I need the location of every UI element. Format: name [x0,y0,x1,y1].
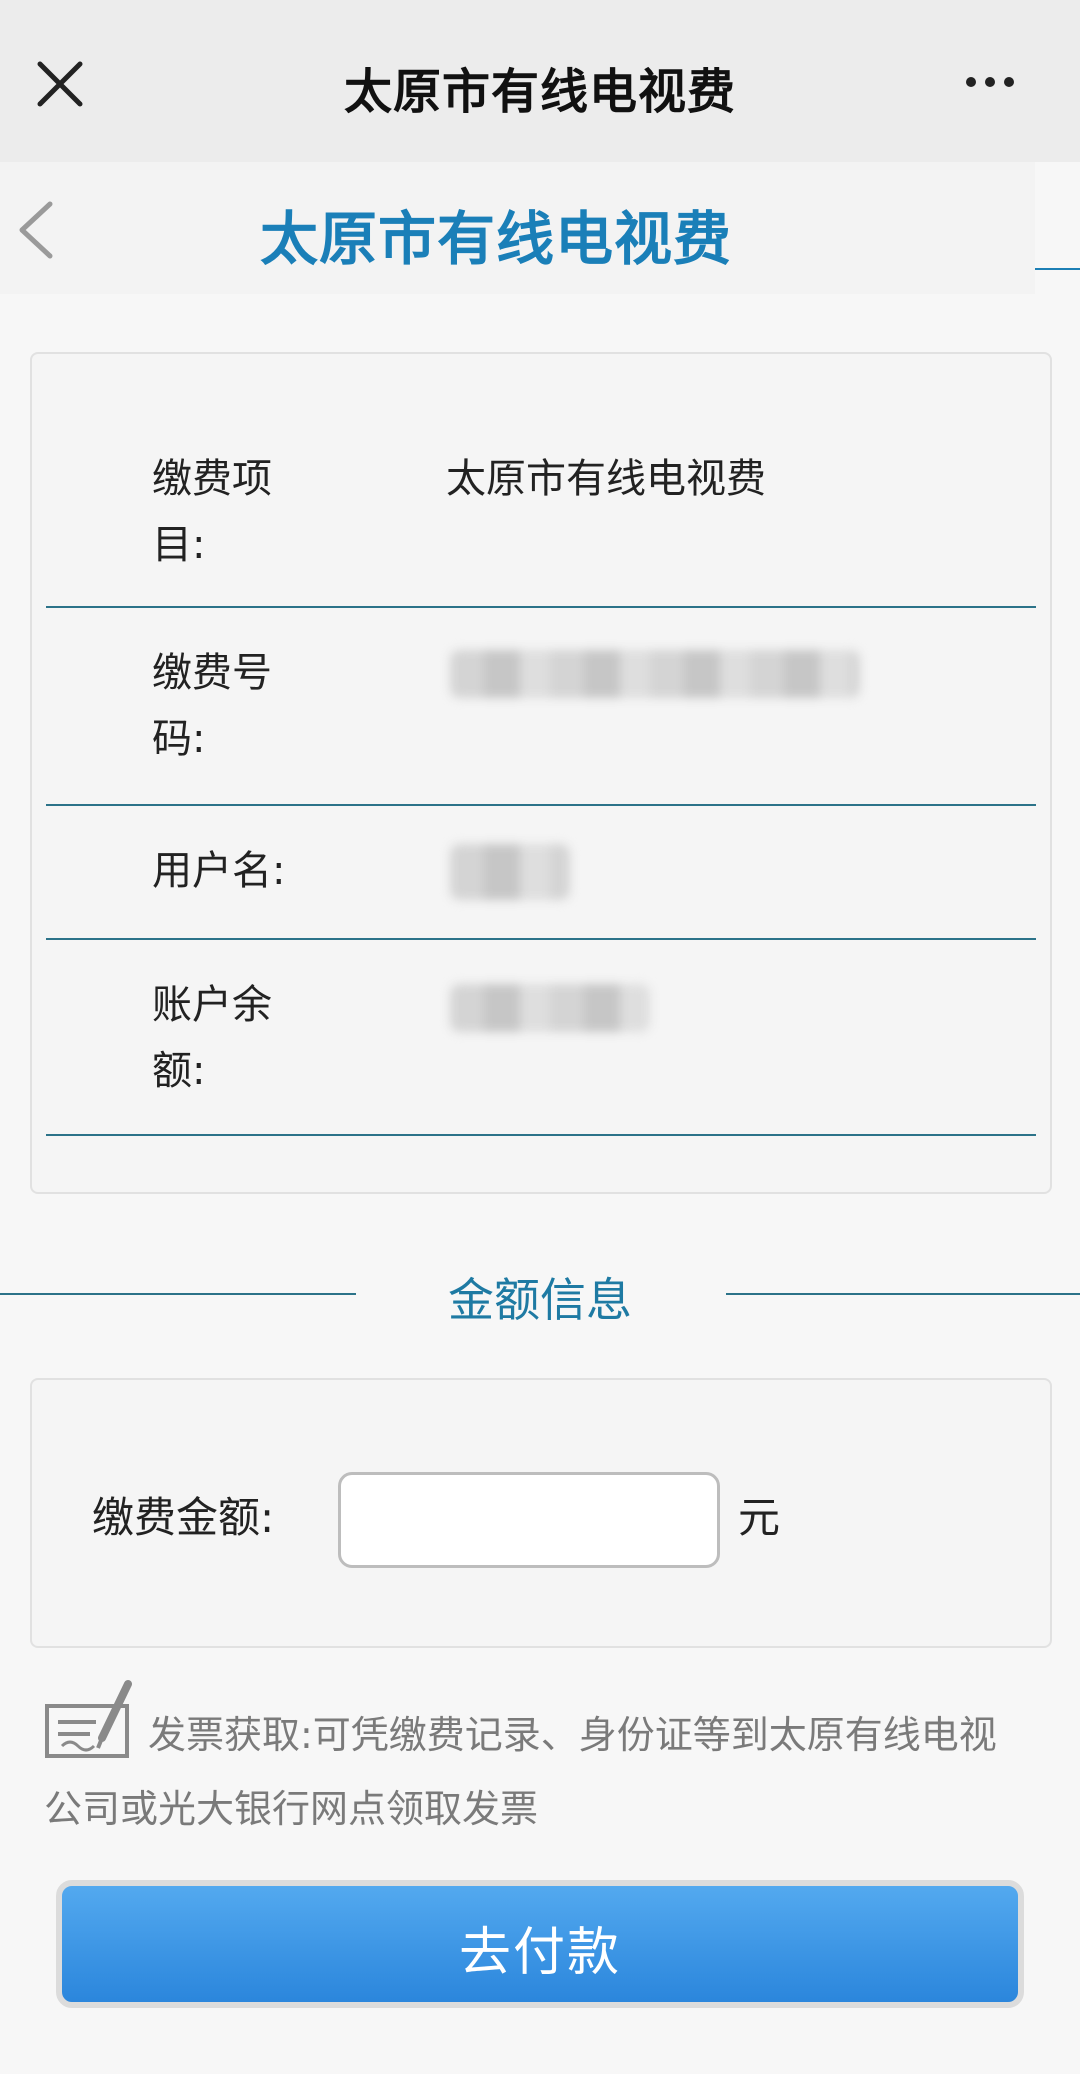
window-title: 太原市有线电视费 [343,64,736,120]
amount-input[interactable] [338,1472,720,1568]
pay-button-label: 去付款 [458,1923,621,1983]
username-label: 用户名: [152,848,286,894]
redacted-balance-value [450,984,650,1032]
pay-button[interactable]: 去付款 [56,1880,1024,2008]
info-row-username: 用户名: [46,806,1036,940]
section-divider-right [726,1293,1080,1295]
info-row-balance: 账户余额: [46,940,1036,1136]
balance-label: 账户余额: [152,982,272,1094]
info-row-number: 缴费号码: [46,608,1036,806]
header-divider [1035,268,1080,270]
amount-section-header: 金额信息 [0,1260,1080,1330]
amount-unit: 元 [738,1493,781,1542]
more-options-icon[interactable] [966,72,1026,96]
invoice-instructions: 发票获取:可凭缴费记录、身份证等到太原有线电视公司或光大银行网点领取发票 [44,1713,997,1831]
redacted-username-value [450,844,570,900]
info-row-item: 缴费项目: 太原市有线电视费 [46,354,1036,608]
section-title: 金额信息 [448,1273,632,1327]
redacted-number-value [450,650,860,698]
payment-info-card: 缴费项目: 太原市有线电视费 缴费号码: 用户名: 账户余额: [30,352,1052,1194]
top-bar: 太原市有线电视费 [0,0,1080,162]
page-title: 太原市有线电视费 [260,205,733,273]
amount-card: 缴费金额: 元 [30,1378,1052,1648]
item-value: 太原市有线电视费 [446,456,766,502]
amount-label: 缴费金额: [92,1493,275,1542]
back-chevron-icon[interactable] [14,198,58,262]
number-label: 缴费号码: [152,650,272,762]
item-label: 缴费项目: [152,456,272,568]
page-header: 太原市有线电视费 [0,162,1035,294]
